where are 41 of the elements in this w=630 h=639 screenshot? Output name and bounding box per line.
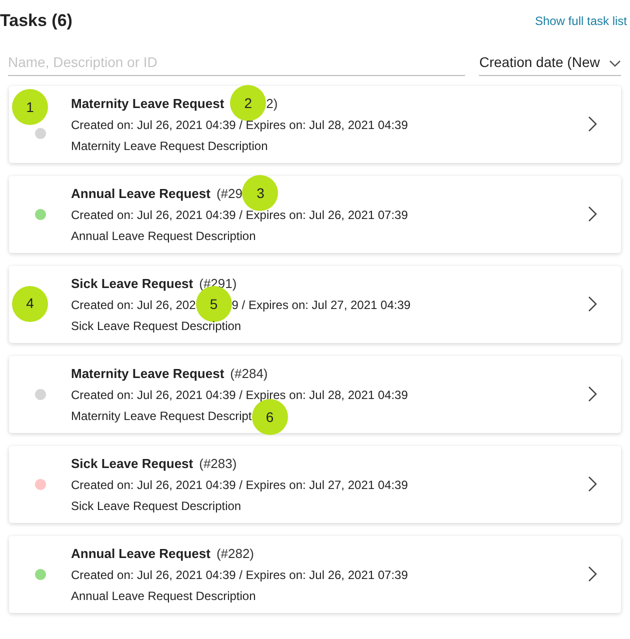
task-description: Annual Leave Request Description: [71, 588, 256, 602]
chevron-right-icon: [588, 566, 597, 582]
task-card[interactable]: Maternity Leave Request (#284) Created on: Jul 26, 2021 04:39 / Expires on: Jul 28, 2021 04:39 Maternity Leave Request Descript 6: [9, 356, 621, 432]
callout-badge: 1: [12, 89, 48, 126]
task-id: (#29: [216, 186, 242, 200]
callout-badge: 3: [242, 175, 278, 212]
chevron-right-icon: [588, 476, 597, 492]
task-id: (#282): [216, 546, 254, 560]
chevron-right-icon: [588, 206, 597, 222]
task-description: Maternity Leave Request Description: [71, 138, 268, 152]
callout-badge: 2: [230, 85, 266, 122]
task-description: Maternity Leave Request Descript: [71, 408, 252, 422]
task-dates: 9 / Expires on: Jul 27, 2021 04:39: [232, 298, 411, 312]
search-field[interactable]: Name, Description or ID: [8, 50, 466, 76]
task-description: Annual Leave Request Description: [71, 228, 256, 242]
show-task-list-link[interactable]: Show full task list: [534, 12, 627, 30]
task-name: Sick Leave Request: [71, 456, 194, 470]
task-name: Maternity Leave Request: [71, 366, 224, 380]
task-card[interactable]: 1 Maternity Leave Request 2 2) Created on: Jul 26, 2021 04:39 / Expires on: Jul 28, 2021 04:39 Maternity Leave Request Description: [9, 86, 621, 162]
task-dates: Created on: Jul 26, 2021 04:39 / Expires on: Jul 28, 2021 04:39: [71, 388, 408, 402]
task-id: 2): [266, 96, 278, 110]
task-id: (#284): [230, 366, 268, 380]
task-dates: Created on: Jul 26, 2021 04:39 / Expires on: Jul 27, 2021 04:39: [71, 478, 408, 492]
task-description: Sick Leave Request Description: [71, 498, 242, 512]
task-card[interactable]: Sick Leave Request (#283) Created on: Jul 26, 2021 04:39 / Expires on: Jul 27, 2021 04:39 Sick Leave Request Description: [9, 446, 621, 522]
page-title: Tasks (6): [0, 10, 72, 32]
task-name: Annual Leave Request: [71, 186, 210, 200]
task-card[interactable]: Annual Leave Request (#29 3 Created on: Jul 26, 2021 04:39 / Expires on: Jul 26, 2021 07:39 Annual Leave Request Description: [9, 176, 621, 252]
task-name: Sick Leave Request: [71, 276, 194, 290]
task-name: Maternity Leave Request: [71, 96, 224, 110]
chevron-right-icon: [588, 296, 597, 312]
chevron-right-icon: [588, 386, 597, 402]
callout-badge: 4: [12, 286, 48, 322]
chevron-down-icon: [609, 60, 621, 68]
task-dates: Created on: Jul 26, 2021 04:39 / Expires on: Jul 26, 2021 07:39: [71, 568, 408, 582]
task-card[interactable]: Annual Leave Request (#282) Created on: Jul 26, 2021 04:39 / Expires on: Jul 26, 2021 07:39 Annual Leave Request Description: [9, 536, 621, 612]
sort-dropdown[interactable]: Creation date (New: [479, 50, 621, 76]
task-name: Annual Leave Request: [71, 546, 210, 560]
chevron-right-icon: [588, 116, 597, 132]
task-dates: Created on: Jul 26, 202: [71, 298, 196, 312]
task-id: (#283): [199, 456, 237, 470]
